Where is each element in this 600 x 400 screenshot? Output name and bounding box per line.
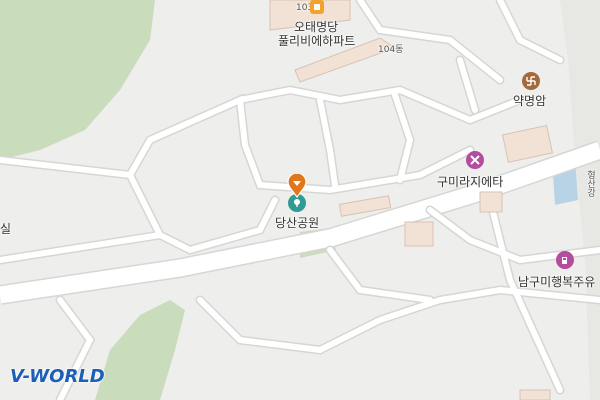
label-yakmyeongam[interactable]: 약명암: [513, 92, 546, 109]
label-pullibi-apt[interactable]: 풀리비에하파트: [278, 32, 355, 49]
green-area-south: [95, 300, 185, 400]
label-gumi-large-center[interactable]: 구미라지에타: [437, 173, 503, 190]
location-pin-icon[interactable]: [287, 174, 307, 198]
label-dangsan-park[interactable]: 당산공원: [275, 214, 319, 231]
landmark-icon[interactable]: [310, 0, 324, 14]
temple-icon[interactable]: [522, 72, 540, 90]
building-east-1: [501, 124, 554, 163]
green-area-west: [0, 0, 155, 160]
building-mid: [404, 221, 434, 247]
label-left-edge: 실: [0, 222, 12, 236]
repair-icon[interactable]: [466, 151, 484, 169]
label-building-104: 104동: [378, 45, 404, 55]
building-east-2: [479, 191, 503, 213]
label-river-side: 형산강: [585, 170, 595, 197]
fuel-station-icon[interactable]: [556, 251, 574, 269]
label-namgumi-station[interactable]: 남구미행복주유: [518, 273, 595, 290]
vworld-logo: V-WORLD: [10, 366, 105, 387]
building-bottom-right: [519, 389, 551, 400]
